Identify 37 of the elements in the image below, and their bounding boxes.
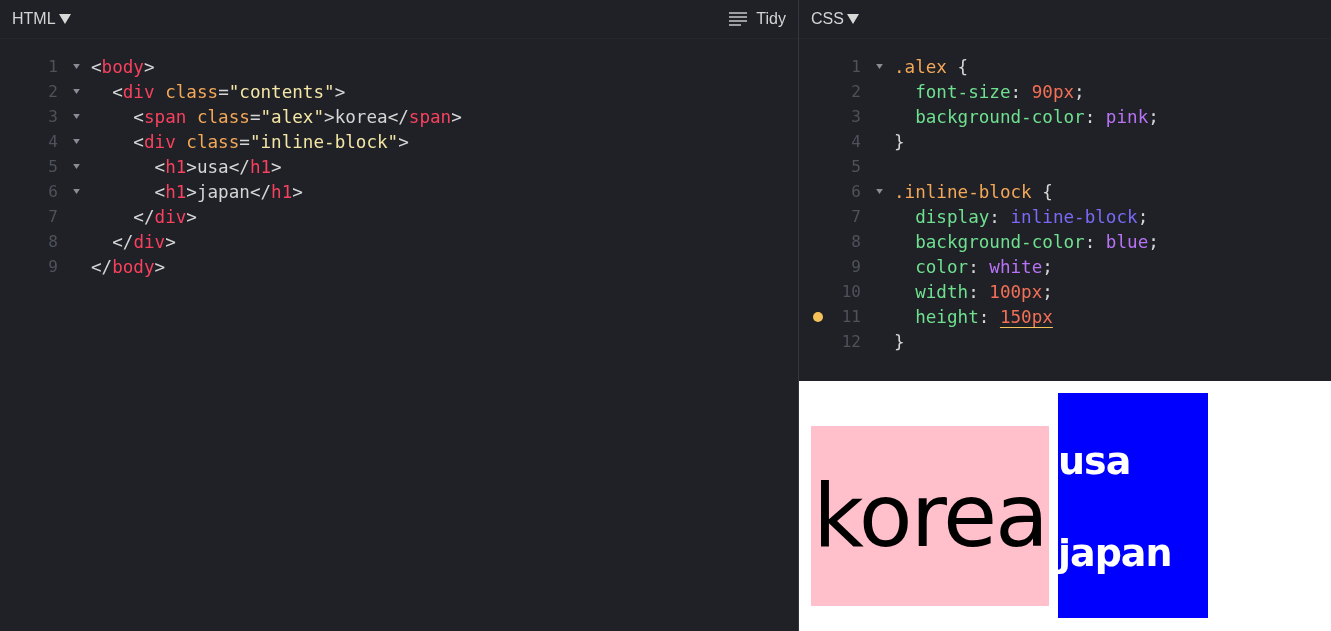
code-line: </body> <box>91 256 166 277</box>
fold-arrow-icon[interactable] <box>876 189 883 194</box>
heading-text: usa <box>1058 439 1131 483</box>
fold-arrow-icon[interactable] <box>73 164 80 169</box>
code-line: <body> <box>91 56 155 77</box>
caret-icon <box>58 14 71 24</box>
code-line: <div class="inline-block"> <box>132 131 409 152</box>
code-line: </div> <box>111 231 176 252</box>
css-language-dropdown[interactable]: CSS <box>809 8 861 30</box>
tidy-button[interactable]: Tidy <box>727 8 788 30</box>
code-line: color: white; <box>914 256 1053 277</box>
code-line: } <box>894 331 905 352</box>
code-line: <h1>usa</h1> <box>153 156 282 177</box>
caret-icon <box>846 14 859 24</box>
code-line: </div> <box>132 206 197 227</box>
code-line: height: 150px <box>914 306 1053 327</box>
fold-arrow-icon[interactable] <box>73 139 80 144</box>
fold-arrow-icon[interactable] <box>73 89 80 94</box>
korea-text: korea <box>811 426 1049 606</box>
fold-arrow-icon[interactable] <box>73 189 80 194</box>
code-line: <h1>japan</h1> <box>153 181 303 202</box>
code-line: background-color: blue; <box>914 231 1159 252</box>
code-line: display: inline-block; <box>914 206 1149 227</box>
fold-arrow-icon[interactable] <box>876 64 883 69</box>
heading-text: japan <box>1058 531 1172 575</box>
code-line: .inline-block { <box>894 181 1053 202</box>
html-language-dropdown[interactable]: HTML <box>10 8 73 30</box>
fold-arrow-icon[interactable] <box>73 114 80 119</box>
code-line: <div class="contents"> <box>111 81 346 102</box>
code-line: } <box>894 131 905 152</box>
code-line: font-size: 90px; <box>914 81 1085 102</box>
fold-arrow-icon[interactable] <box>73 64 80 69</box>
code-line: .alex { <box>894 56 969 77</box>
code-line: background-color: pink; <box>914 106 1159 127</box>
code-line: <span class="alex">korea</span> <box>132 106 462 127</box>
lines-icon <box>729 12 748 26</box>
code-line: width: 100px; <box>914 281 1053 302</box>
